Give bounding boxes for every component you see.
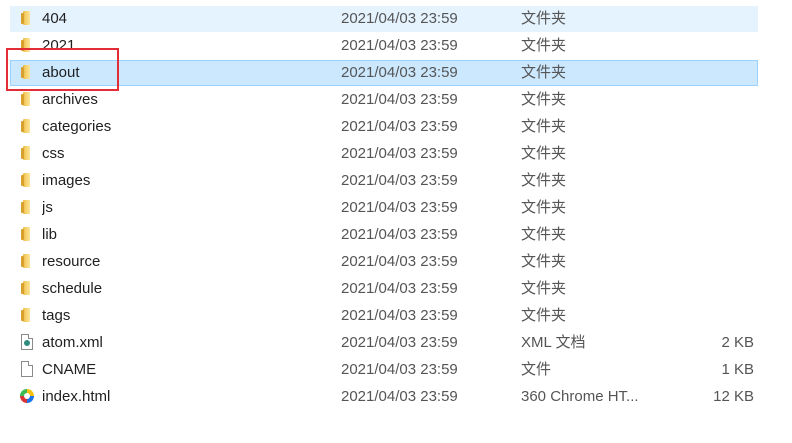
file-row[interactable]: 404 2021/04/03 23:59 文件夹 xyxy=(10,6,758,32)
file-name: categories xyxy=(42,118,112,135)
file-row[interactable]: atom.xml 2021/04/03 23:59 XML 文档 2 KB xyxy=(10,330,758,356)
file-modified-date: 2021/04/03 23:59 xyxy=(341,145,458,162)
file-modified-date: 2021/04/03 23:59 xyxy=(341,280,458,297)
file-modified-date: 2021/04/03 23:59 xyxy=(341,10,458,27)
file-type: 文件夹 xyxy=(521,226,567,243)
file-size xyxy=(661,196,754,220)
file-row[interactable]: archives 2021/04/03 23:59 文件夹 xyxy=(10,87,758,113)
file-name: js xyxy=(42,199,53,216)
file-row[interactable]: schedule 2021/04/03 23:59 文件夹 xyxy=(10,276,758,302)
file-type: 文件夹 xyxy=(521,145,567,162)
file-modified-date: 2021/04/03 23:59 xyxy=(341,91,458,108)
file-type: 文件夹 xyxy=(521,91,567,108)
file-size xyxy=(661,7,754,31)
file-size xyxy=(661,277,754,301)
file-modified-date: 2021/04/03 23:59 xyxy=(341,253,458,270)
file-type: 文件夹 xyxy=(521,172,567,189)
file-type: 360 Chrome HT... xyxy=(521,388,639,405)
folder-icon xyxy=(19,172,35,190)
folder-icon xyxy=(19,253,35,271)
file-modified-date: 2021/04/03 23:59 xyxy=(341,226,458,243)
file-name: archives xyxy=(42,91,98,108)
file-type: 文件夹 xyxy=(521,307,567,324)
file-type: 文件夹 xyxy=(521,199,567,216)
file-modified-date: 2021/04/03 23:59 xyxy=(341,361,458,378)
folder-icon xyxy=(19,226,35,244)
folder-icon xyxy=(19,199,35,217)
chrome-html-icon xyxy=(19,388,35,406)
file-name: images xyxy=(42,172,91,189)
file-size xyxy=(661,250,754,274)
file-modified-date: 2021/04/03 23:59 xyxy=(341,307,458,324)
file-name: lib xyxy=(42,226,58,243)
file-size: 1 KB xyxy=(721,361,754,378)
file-modified-date: 2021/04/03 23:59 xyxy=(341,199,458,216)
folder-icon xyxy=(19,37,35,55)
file-icon xyxy=(19,361,35,379)
folder-icon xyxy=(19,91,35,109)
file-row[interactable]: 2021 2021/04/03 23:59 文件夹 xyxy=(10,33,758,59)
file-row[interactable]: lib 2021/04/03 23:59 文件夹 xyxy=(10,222,758,248)
file-size: 12 KB xyxy=(713,388,754,405)
file-name: resource xyxy=(42,253,101,270)
file-size: 2 KB xyxy=(721,334,754,351)
file-type: 文件夹 xyxy=(521,64,567,81)
file-name: atom.xml xyxy=(42,334,103,351)
file-modified-date: 2021/04/03 23:59 xyxy=(341,334,458,351)
folder-icon xyxy=(19,10,35,28)
file-modified-date: 2021/04/03 23:59 xyxy=(341,118,458,135)
file-row[interactable]: about 2021/04/03 23:59 文件夹 xyxy=(10,60,758,86)
file-size xyxy=(661,115,754,139)
file-modified-date: 2021/04/03 23:59 xyxy=(341,37,458,54)
file-name: css xyxy=(42,145,65,162)
file-type: 文件夹 xyxy=(521,253,567,270)
file-modified-date: 2021/04/03 23:59 xyxy=(341,172,458,189)
file-type: 文件夹 xyxy=(521,280,567,297)
file-size xyxy=(661,34,754,58)
file-type: 文件夹 xyxy=(521,37,567,54)
file-row[interactable]: resource 2021/04/03 23:59 文件夹 xyxy=(10,249,758,275)
file-row[interactable]: images 2021/04/03 23:59 文件夹 xyxy=(10,168,758,194)
file-type: 文件夹 xyxy=(521,10,567,27)
folder-icon xyxy=(19,280,35,298)
file-size xyxy=(661,88,754,112)
file-modified-date: 2021/04/03 23:59 xyxy=(341,64,458,81)
folder-icon xyxy=(19,307,35,325)
file-name: 404 xyxy=(42,10,68,27)
file-size xyxy=(661,304,754,328)
file-size xyxy=(661,61,754,85)
file-name: schedule xyxy=(42,280,103,297)
file-row[interactable]: categories 2021/04/03 23:59 文件夹 xyxy=(10,114,758,140)
file-row[interactable]: tags 2021/04/03 23:59 文件夹 xyxy=(10,303,758,329)
file-name: about xyxy=(42,64,80,81)
file-name: index.html xyxy=(42,388,111,405)
file-size xyxy=(661,142,754,166)
file-size xyxy=(661,169,754,193)
folder-icon xyxy=(19,118,35,136)
folder-icon xyxy=(19,145,35,163)
file-modified-date: 2021/04/03 23:59 xyxy=(341,388,458,405)
file-type: 文件 xyxy=(521,361,552,378)
file-row[interactable]: js 2021/04/03 23:59 文件夹 xyxy=(10,195,758,221)
folder-icon xyxy=(19,64,35,82)
file-row[interactable]: index.html 2021/04/03 23:59 360 Chrome HT.… xyxy=(10,384,758,410)
file-name: CNAME xyxy=(42,361,97,378)
file-row[interactable]: CNAME 2021/04/03 23:59 文件 1 KB xyxy=(10,357,758,383)
file-name: tags xyxy=(42,307,71,324)
file-name: 2021 xyxy=(42,37,76,54)
file-row[interactable]: css 2021/04/03 23:59 文件夹 xyxy=(10,141,758,167)
file-type: 文件夹 xyxy=(521,118,567,135)
file-size xyxy=(661,223,754,247)
xml-file-icon xyxy=(19,334,35,352)
file-type: XML 文档 xyxy=(521,334,586,351)
